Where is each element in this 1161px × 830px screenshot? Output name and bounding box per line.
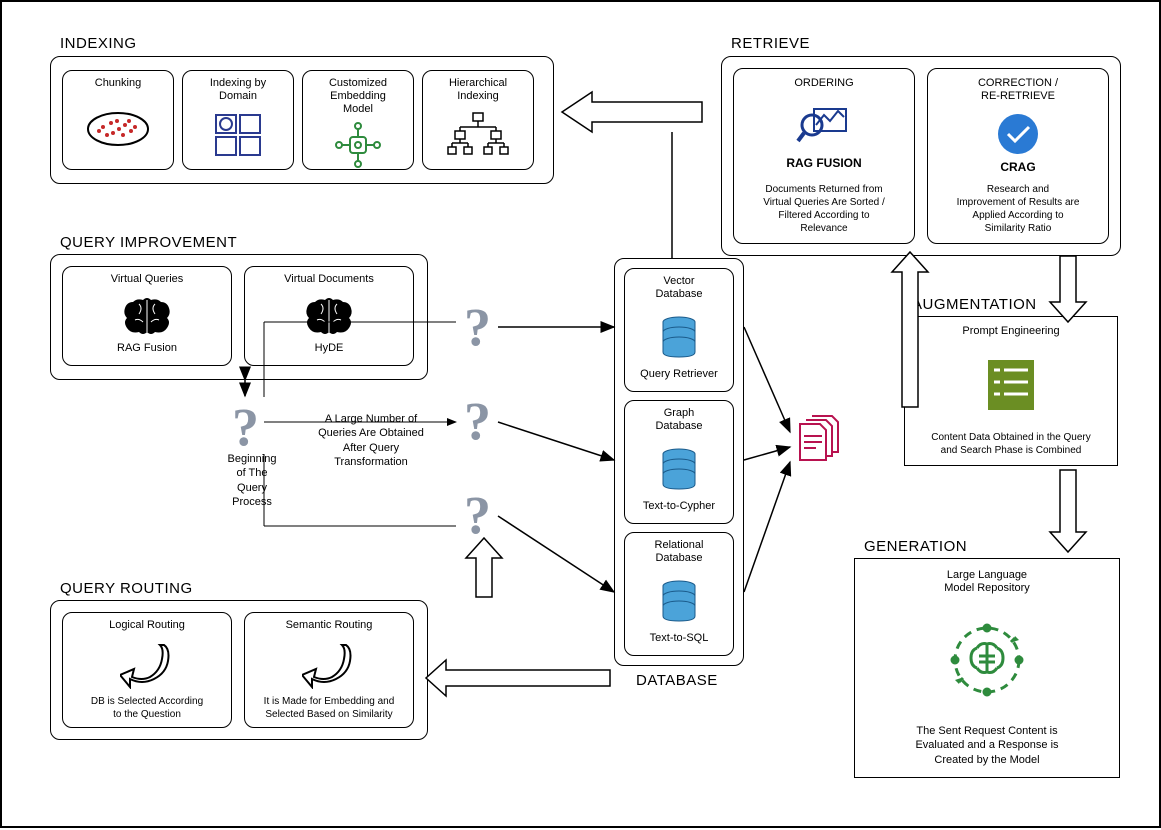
connectors — [2, 2, 1161, 830]
